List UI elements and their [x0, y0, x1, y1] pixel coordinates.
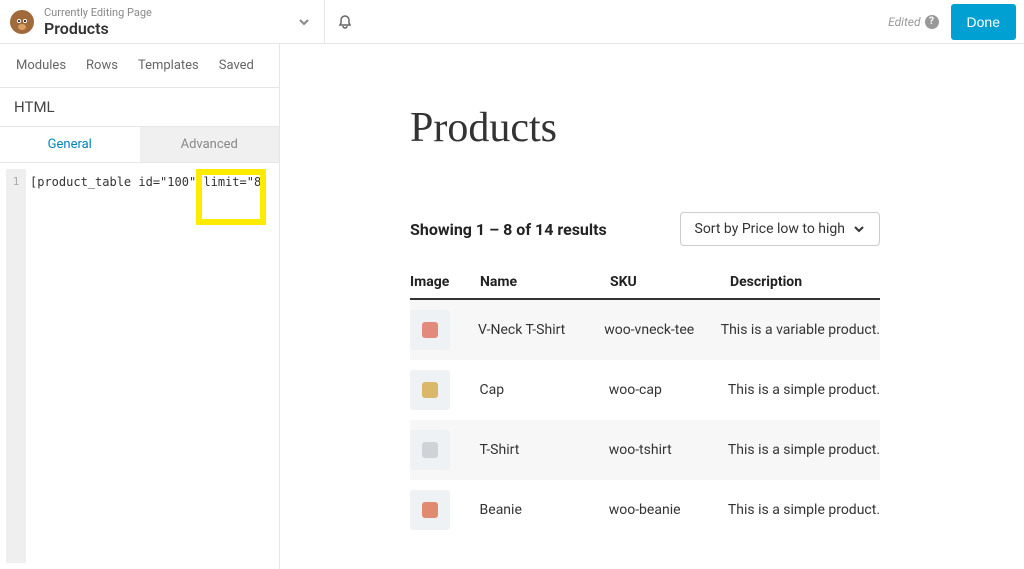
tab-advanced[interactable]: Advanced	[140, 127, 280, 162]
product-desc: This is a simple product.	[728, 382, 880, 398]
table-row[interactable]: Capwoo-capThis is a simple product.	[410, 360, 880, 420]
col-image: Image	[410, 274, 480, 290]
sidebar-setting-tabs: General Advanced	[0, 127, 279, 163]
tab-saved[interactable]: Saved	[211, 54, 262, 77]
editing-label: Currently Editing Page	[44, 6, 284, 19]
table-header: Image Name SKU Description	[410, 266, 880, 300]
help-icon[interactable]: ?	[925, 15, 939, 29]
col-desc: Description	[730, 274, 880, 290]
col-sku: SKU	[610, 274, 730, 290]
html-code-editor[interactable]: 1 [product_table id="100" limit="8	[6, 169, 273, 563]
beaver-logo-icon	[8, 8, 36, 36]
results-count: Showing 1 – 8 of 14 results	[410, 220, 607, 239]
product-name: Cap	[480, 382, 609, 398]
content-title: Products	[410, 104, 1024, 152]
product-sku: woo-beanie	[609, 502, 728, 518]
product-thumb-icon	[410, 430, 450, 470]
chevron-down-icon	[853, 223, 865, 235]
product-sku: woo-vneck-tee	[604, 322, 721, 338]
product-desc: This is a simple product.	[728, 502, 880, 518]
product-name: T-Shirt	[480, 442, 609, 458]
edited-label: Edited	[888, 15, 920, 29]
product-sku: woo-cap	[609, 382, 728, 398]
page-title-block: Currently Editing Page Products	[44, 6, 284, 38]
product-name: V-Neck T-Shirt	[478, 322, 604, 338]
product-sku: woo-tshirt	[609, 442, 728, 458]
topbar: Currently Editing Page Products Edited ?…	[0, 0, 1024, 44]
sidebar-top-tabs: Modules Rows Templates Saved	[0, 44, 279, 88]
table-row[interactable]: V-Neck T-Shirtwoo-vneck-teeThis is a var…	[410, 300, 880, 360]
tab-templates[interactable]: Templates	[130, 54, 207, 77]
title-dropdown-toggle[interactable]	[284, 16, 324, 28]
table-row[interactable]: T-Shirtwoo-tshirtThis is a simple produc…	[410, 420, 880, 480]
chevron-down-icon	[298, 16, 310, 28]
preview-content: Products Showing 1 – 8 of 14 results Sor…	[280, 44, 1024, 569]
product-thumb-icon	[410, 490, 450, 530]
product-thumb-icon	[410, 310, 450, 350]
notifications-button[interactable]	[324, 0, 364, 44]
tab-general[interactable]: General	[0, 127, 140, 162]
sidebar: Modules Rows Templates Saved HTML Genera…	[0, 44, 280, 569]
table-row[interactable]: Beaniewoo-beanieThis is a simple product…	[410, 480, 880, 540]
sort-dropdown[interactable]: Sort by Price low to high	[680, 212, 881, 246]
product-table: Image Name SKU Description V-Neck T-Shir…	[410, 266, 880, 540]
code-content[interactable]: [product_table id="100" limit="8	[26, 169, 273, 563]
product-name: Beanie	[480, 502, 609, 518]
code-gutter: 1	[6, 169, 26, 563]
col-name: Name	[480, 274, 610, 290]
product-desc: This is a variable product.	[721, 322, 880, 338]
page-title: Products	[44, 19, 284, 38]
done-button[interactable]: Done	[951, 4, 1016, 40]
sort-label: Sort by Price low to high	[695, 221, 846, 237]
panel-title: HTML	[0, 88, 279, 127]
product-desc: This is a simple product.	[728, 442, 880, 458]
tab-modules[interactable]: Modules	[8, 54, 74, 77]
product-thumb-icon	[410, 370, 450, 410]
bell-icon	[337, 14, 353, 30]
tab-rows[interactable]: Rows	[78, 54, 126, 77]
